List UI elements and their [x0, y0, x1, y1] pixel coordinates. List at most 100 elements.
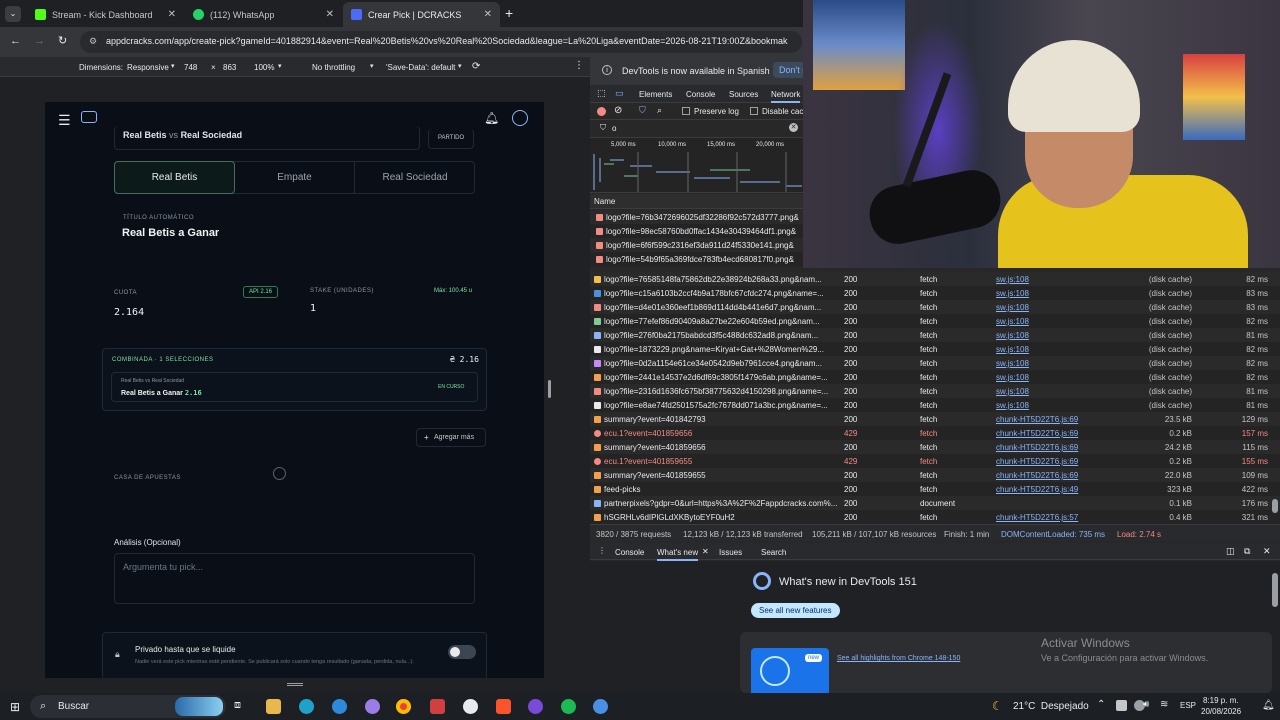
network-row[interactable]: logo?file=276f0ba2175babdcd3f5c488dc632a…	[590, 328, 1280, 342]
row-initiator-link[interactable]: sw.js:108	[996, 331, 1114, 340]
clear-filter-icon[interactable]: ✕	[789, 123, 798, 132]
record-icon[interactable]	[597, 107, 606, 116]
row-initiator-link[interactable]: sw.js:108	[996, 289, 1114, 298]
clock-time[interactable]: 8:19 p. m.	[1203, 696, 1239, 705]
width-input[interactable]: 748	[184, 63, 197, 72]
network-row[interactable]: logo?file=d4e01e360eef1b869d114dd4b441e6…	[590, 300, 1280, 314]
tab-whatsapp[interactable]: (112) WhatsApp ✕	[185, 2, 342, 27]
network-row[interactable]: feed-picks 200 fetch chunk-HT5D22T6.js:49 32…	[590, 482, 1280, 496]
network-row[interactable]: logo?file=2441e14537e2d6df69c3805f1479c6…	[590, 370, 1280, 384]
network-row[interactable]: logo?file=54b9f65a369fdce783fb4ecd680817…	[590, 252, 803, 266]
url-field[interactable]: ⚙ appdcracks.com/app/create-pick?gameId=…	[80, 31, 802, 53]
throttling-select[interactable]: No throttling	[312, 63, 355, 72]
undock-icon[interactable]: ⧉	[1244, 546, 1250, 557]
forward-arrow-icon[interactable]: →	[34, 35, 45, 47]
see-all-features-button[interactable]: See all new features	[751, 603, 840, 618]
search-icon[interactable]: ⌕	[657, 105, 662, 116]
height-input[interactable]: 863	[223, 63, 236, 72]
filter-icon[interactable]: ⛉	[639, 105, 646, 116]
close-tab-icon[interactable]: ✕	[326, 9, 334, 20]
more-options-icon[interactable]: ⋮	[574, 60, 584, 71]
close-tab-icon[interactable]: ✕	[168, 9, 176, 20]
tray-app-icon[interactable]	[1116, 700, 1127, 711]
brave-icon[interactable]	[496, 699, 511, 714]
avatar[interactable]	[512, 110, 528, 126]
close-tab-icon[interactable]: ✕	[484, 9, 492, 20]
task-view-icon[interactable]: ⧈	[234, 699, 241, 712]
outcome-home-button[interactable]: Real Betis	[114, 161, 235, 194]
save-data-select[interactable]: 'Save-Data': default	[386, 63, 455, 72]
add-more-button[interactable]: + Agregar más	[416, 428, 486, 447]
dimensions-select[interactable]: Responsive	[127, 63, 169, 72]
close-drawer-icon[interactable]: ✕	[1263, 546, 1271, 557]
outcome-draw-button[interactable]: Empate	[235, 162, 355, 193]
odds-input[interactable]: 2.164	[114, 307, 144, 318]
resize-handle-icon[interactable]	[548, 380, 551, 398]
private-toggle[interactable]	[448, 645, 476, 659]
analysis-textarea[interactable]: Argumenta tu pick...	[114, 553, 475, 604]
network-row[interactable]: summary?event=401859655 200 fetch chunk-HT5…	[590, 468, 1280, 482]
combo-item[interactable]: Real Betis vs Real Sociedad Real Betis a…	[111, 372, 478, 402]
scrollbar[interactable]	[1272, 573, 1278, 607]
reload-icon[interactable]: ↻	[58, 34, 67, 47]
new-tab-button[interactable]: +	[505, 5, 513, 21]
spotify-icon[interactable]	[561, 699, 576, 714]
highlights-link[interactable]: See all highlights from Chrome 148-150	[837, 655, 960, 662]
row-initiator-link[interactable]: sw.js:108	[996, 359, 1114, 368]
language-indicator[interactable]: ESP	[1180, 701, 1196, 710]
taskbar-search[interactable]: ⌕ Buscar	[30, 695, 226, 718]
network-row[interactable]: ecu.1?event=401859656 429 fetch chunk-HT5D2…	[590, 426, 1280, 440]
network-row[interactable]: logo?file=77efef86d90409a8a27be22e604b59…	[590, 314, 1280, 328]
network-row[interactable]: summary?event=401842793 200 fetch chunk-HT5…	[590, 412, 1280, 426]
resize-handle-bottom-icon[interactable]	[287, 683, 303, 686]
tab-network[interactable]: Network	[771, 90, 801, 103]
zoom-select[interactable]: 100%	[254, 63, 274, 72]
clock-date[interactable]: 20/08/2026	[1201, 707, 1241, 716]
clear-icon[interactable]: ⊘	[614, 105, 622, 116]
windows-start-icon[interactable]: ⊞	[10, 700, 20, 714]
scrollbar[interactable]	[1272, 499, 1278, 513]
row-initiator-link[interactable]: sw.js:108	[996, 317, 1114, 326]
drawer-tab-search[interactable]: Search	[761, 548, 786, 557]
event-selector[interactable]: Real Betis vs Real Sociedad	[114, 126, 420, 150]
wifi-icon[interactable]: ≋	[1160, 699, 1168, 710]
disable-cache-checkbox[interactable]	[750, 107, 758, 115]
network-row[interactable]: hSGRHLv6dIPlGLdXKBytoEYF0uH2 200 fetch chun…	[590, 510, 1280, 524]
row-initiator-link[interactable]: chunk-HT5D22T6.js:69	[996, 443, 1114, 452]
network-row[interactable]: partnerpixels?gdpr=0&url=https%3A%2F%2Fa…	[590, 496, 1280, 510]
hamburger-menu-icon[interactable]: ☰	[58, 112, 71, 129]
outcome-away-button[interactable]: Real Sociedad	[355, 162, 475, 193]
weather-text[interactable]: 21°C Despejado	[1013, 701, 1089, 712]
row-initiator-link[interactable]: sw.js:108	[996, 303, 1114, 312]
filter-input[interactable]: o	[612, 124, 616, 133]
edge-dev-icon[interactable]	[332, 699, 347, 714]
dock-side-icon[interactable]: ◫	[1226, 546, 1235, 557]
drawer-tab-whats-new[interactable]: What's new	[657, 548, 699, 561]
chatgpt-icon[interactable]	[463, 699, 478, 714]
row-initiator-link[interactable]: chunk-HT5D22T6.js:69	[996, 429, 1114, 438]
edge-icon[interactable]	[299, 699, 314, 714]
close-tab-icon[interactable]: ✕	[702, 547, 709, 556]
network-row[interactable]: logo?file=e8ae74fd2501575a2fc7678dd071a3…	[590, 398, 1280, 412]
row-initiator-link[interactable]: sw.js:108	[996, 345, 1114, 354]
device-mode-icon[interactable]: ▭	[615, 88, 624, 99]
tab-elements[interactable]: Elements	[639, 90, 672, 99]
notification-icon[interactable]: 🔔︎	[1262, 700, 1275, 711]
row-initiator-link[interactable]: sw.js:108	[996, 401, 1114, 410]
app-icon[interactable]	[528, 699, 543, 714]
tab-sources[interactable]: Sources	[729, 90, 758, 99]
tab-crear-pick[interactable]: Crear Pick | DCRACKS ✕	[343, 2, 500, 27]
name-column-header[interactable]: Name	[594, 197, 615, 206]
network-row[interactable]: ecu.1?event=401859655 429 fetch chunk-HT5D2…	[590, 454, 1280, 468]
network-row[interactable]: logo?file=76b3472696025df32286f92c572d37…	[590, 210, 803, 224]
row-initiator-link[interactable]: chunk-HT5D22T6.js:69	[996, 415, 1114, 424]
network-row[interactable]: summary?event=401859656 200 fetch chunk-HT5…	[590, 440, 1280, 454]
file-explorer-icon[interactable]	[266, 699, 281, 714]
bell-icon[interactable]: 🔔︎	[484, 111, 499, 125]
drawer-tab-issues[interactable]: Issues	[719, 548, 742, 557]
site-info-icon[interactable]: ⚙	[89, 36, 97, 47]
tab-search-button[interactable]: ⌄	[5, 6, 21, 22]
row-initiator-link[interactable]: chunk-HT5D22T6.js:69	[996, 471, 1114, 480]
app-icon[interactable]	[430, 699, 445, 714]
network-row[interactable]: logo?file=2316d1636fc675bf38775632d41502…	[590, 384, 1280, 398]
